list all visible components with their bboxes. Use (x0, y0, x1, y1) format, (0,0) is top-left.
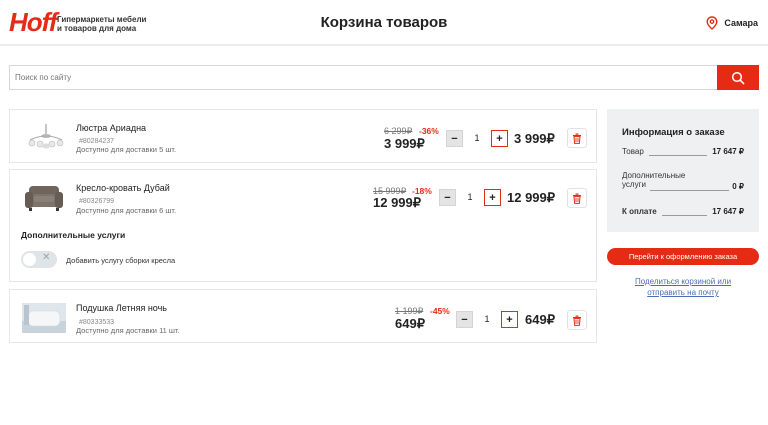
dotted-leader (662, 215, 707, 216)
additional-services-title: Дополнительные услуги (21, 230, 126, 240)
toggle-off-icon: ✕ (42, 252, 51, 263)
share-link-line-2: отправить на почту (647, 288, 719, 297)
product-image-pillow[interactable] (22, 303, 66, 333)
current-price: 12 999₽ (373, 195, 422, 210)
summary-total-value: 17 647 ₽ (712, 207, 744, 216)
header: Hoff Гипермаркеты мебели и товаров для д… (0, 0, 768, 46)
summary-goods-label: Товар (622, 147, 644, 156)
page-title: Корзина товаров (320, 14, 448, 31)
summary-services-value: 0 ₽ (732, 182, 744, 191)
location-pin-icon (706, 16, 718, 30)
summary-total-label: К оплате (622, 207, 657, 216)
cart-item-lustra: Люстра Ариадна #80284237 Доступно для до… (9, 109, 597, 163)
order-summary-title: Информация о заказе (622, 127, 725, 138)
current-price: 3 999₽ (384, 136, 425, 151)
quantity-value[interactable]: 1 (466, 130, 488, 147)
search-bar (9, 65, 759, 90)
product-image-armchair-bed[interactable] (22, 183, 66, 213)
product-name[interactable]: Подушка Летняя ночь (76, 303, 167, 313)
current-price: 649₽ (395, 316, 425, 331)
line-total: 649₽ (525, 312, 555, 327)
cart-item-armchair: Кресло-кровать Дубай #80326799 Доступно … (9, 169, 597, 282)
product-availability: Доступно для доставки 6 шт. (76, 206, 177, 215)
quantity-value[interactable]: 1 (459, 189, 481, 206)
product-availability: Доступно для доставки 5 шт. (76, 145, 177, 154)
product-sku: #80284237 (79, 138, 115, 145)
product-name[interactable]: Люстра Ариадна (76, 123, 146, 133)
delete-item-button[interactable] (567, 310, 587, 330)
line-total: 12 999₽ (507, 190, 556, 205)
assembly-service-toggle[interactable]: ✕ (21, 251, 57, 268)
quantity-decrease-button[interactable]: − (456, 311, 473, 328)
search-input[interactable] (10, 66, 718, 89)
quantity-increase-button[interactable]: + (501, 311, 518, 328)
summary-row-goods: Товар 17 647 ₽ (622, 147, 744, 157)
assembly-service-label: Добавить услугу сборки кресла (66, 256, 176, 265)
summary-row-services: Дополнительные услуги 0 ₽ (622, 171, 744, 193)
order-summary-panel: Информация о заказе Товар 17 647 ₽ Допол… (607, 109, 759, 232)
dotted-leader (649, 155, 707, 156)
line-total: 3 999₽ (514, 131, 555, 146)
dotted-leader (650, 190, 729, 191)
search-icon (731, 71, 745, 84)
product-name[interactable]: Кресло-кровать Дубай (76, 183, 170, 193)
summary-row-total: К оплате 17 647 ₽ (622, 207, 744, 217)
discount-badge: -45% (430, 306, 450, 316)
share-link-line-1: Поделиться корзиной или (634, 277, 732, 286)
product-image-chandelier[interactable] (24, 122, 68, 152)
share-cart-link[interactable]: Поделиться корзиной или отправить на поч… (607, 276, 759, 298)
toggle-knob (23, 253, 36, 266)
summary-services-label-2: услуги (622, 180, 646, 189)
product-sku: #80326799 (79, 198, 115, 205)
quantity-decrease-button[interactable]: − (446, 130, 463, 147)
quantity-decrease-button[interactable]: − (439, 189, 456, 206)
trash-icon (573, 315, 581, 326)
city-name: Самара (724, 18, 758, 28)
quantity-increase-button[interactable]: + (491, 130, 508, 147)
product-availability: Доступно для доставки 11 шт. (76, 326, 180, 335)
cart-item-pillow: Подушка Летняя ночь #80333533 Доступно д… (9, 289, 597, 343)
delete-item-button[interactable] (567, 188, 587, 208)
quantity-increase-button[interactable]: + (484, 189, 501, 206)
quantity-value[interactable]: 1 (476, 311, 498, 328)
trash-icon (573, 133, 581, 144)
trash-icon (573, 193, 581, 204)
discount-badge: -36% (419, 126, 439, 136)
summary-services-label-1: Дополнительные (622, 171, 686, 180)
checkout-button[interactable]: Перейти к оформлению заказа (607, 248, 759, 265)
product-sku: #80333533 (79, 319, 115, 326)
search-button[interactable] (717, 65, 759, 90)
delete-item-button[interactable] (567, 128, 587, 148)
summary-goods-value: 17 647 ₽ (712, 147, 744, 156)
city-selector[interactable]: Самара (706, 16, 758, 30)
